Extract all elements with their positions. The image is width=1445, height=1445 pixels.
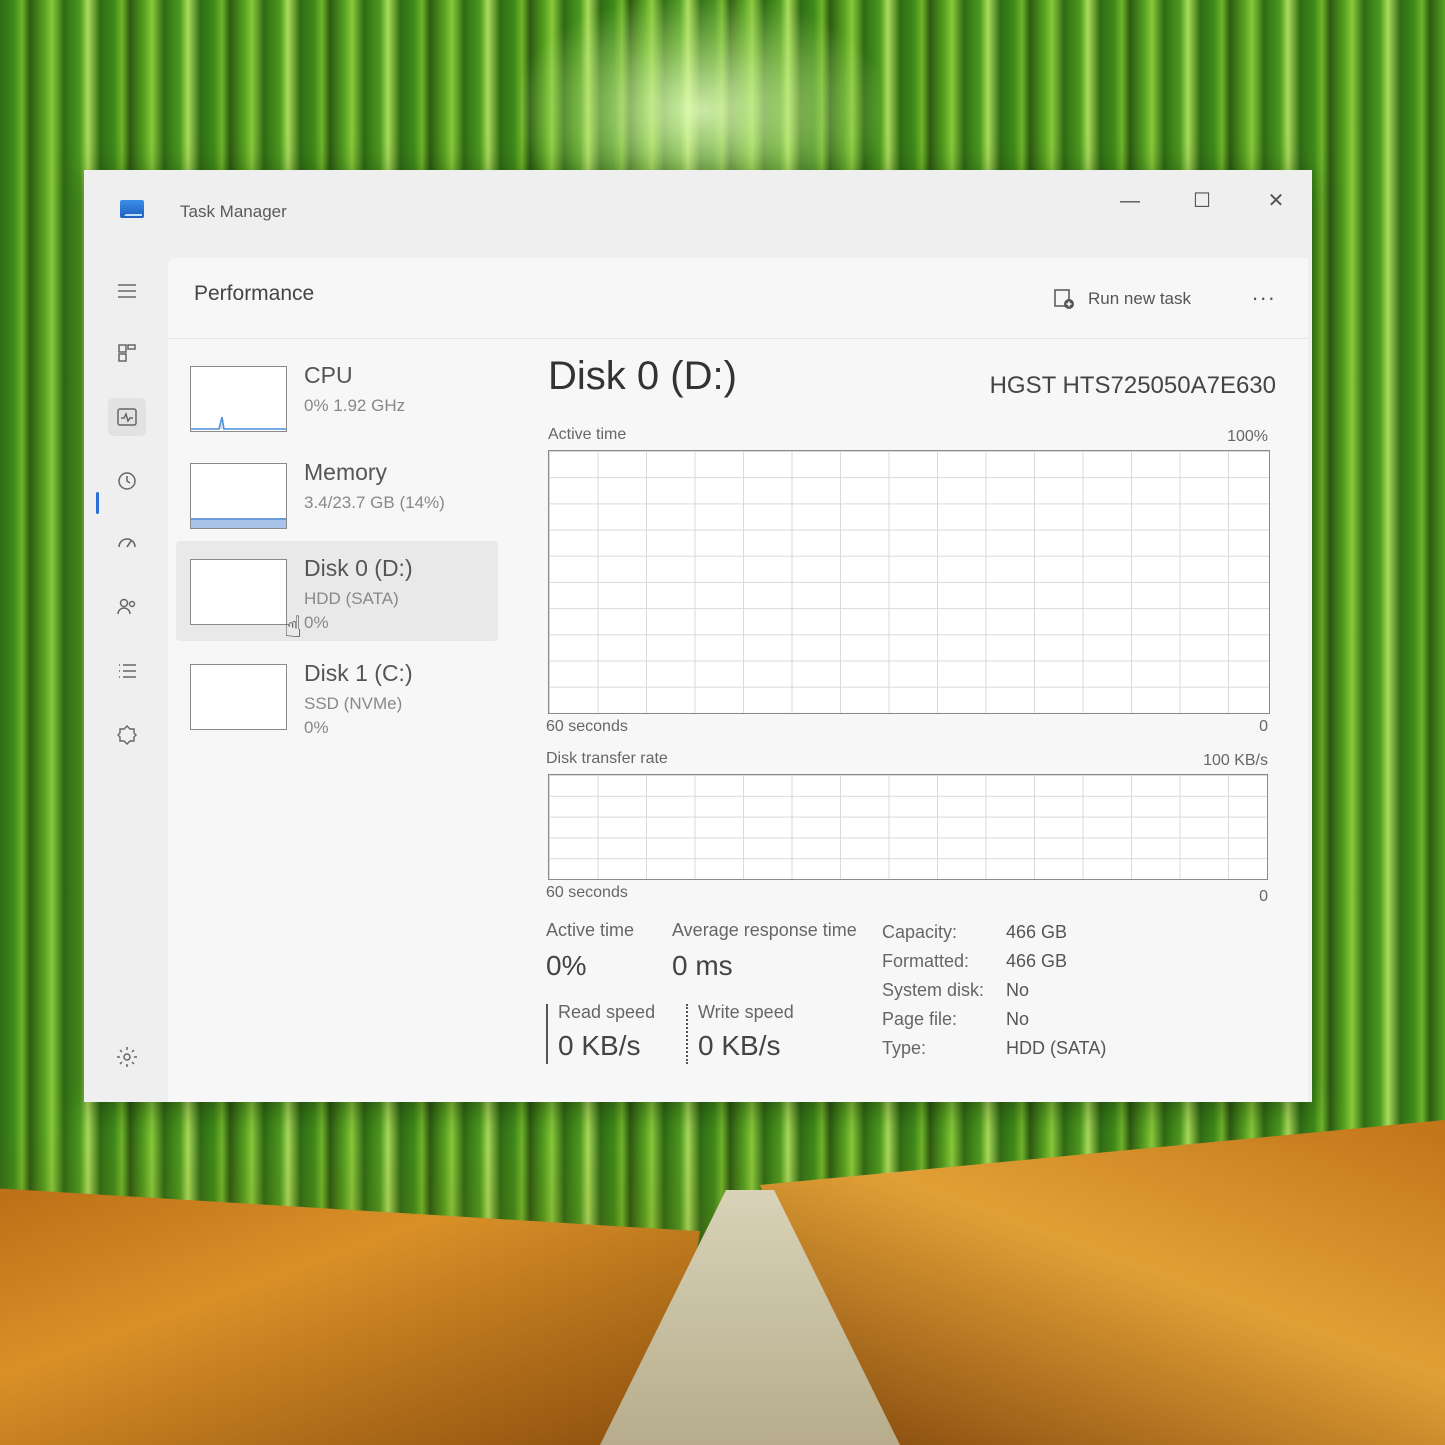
run-task-icon — [1054, 289, 1074, 309]
transfer-rate-graph — [548, 774, 1268, 880]
write-speed-indicator — [686, 1004, 688, 1064]
window-title: Task Manager — [180, 202, 287, 221]
page-file-value: No — [1006, 1009, 1030, 1029]
read-speed-indicator — [546, 1004, 548, 1064]
system-disk-value: No — [1006, 980, 1030, 1000]
formatted-label: Formatted: — [882, 951, 970, 971]
device-item-memory[interactable]: Memory 3.4/23.7 GB (14%) — [176, 445, 498, 545]
disk-title: Disk 0 (D:) — [548, 354, 737, 398]
cpu-spike-graph — [191, 416, 286, 430]
nav-sidebar — [84, 254, 168, 1102]
disk-model: HGST HTS725050A7E630 — [989, 372, 1276, 399]
details-icon[interactable] — [108, 652, 146, 690]
more-options-button[interactable]: ... — [1252, 280, 1276, 306]
active-time-graph-max: 100% — [1227, 428, 1268, 445]
run-new-task-label: Run new task — [1088, 289, 1191, 308]
write-speed-value: 0 KB/s — [698, 1030, 781, 1061]
avg-response-value: 0 ms — [672, 950, 733, 981]
processes-icon[interactable] — [108, 334, 146, 372]
device-name: Disk 0 (D:) — [304, 555, 413, 581]
type-value: HDD (SATA) — [1006, 1038, 1107, 1058]
active-time-stat-label: Active time — [546, 920, 635, 940]
task-manager-window: Task Manager — ☐ ✕ Performance Run new t… — [84, 170, 1312, 1102]
disk0-thumbnail-graph — [190, 559, 287, 625]
device-subtitle: 3.4/23.7 GB (14%) — [304, 493, 445, 512]
device-name: CPU — [304, 362, 353, 388]
transfer-rate-graph-min: 0 — [1259, 888, 1268, 905]
device-subtitle: HDD (SATA) — [304, 589, 399, 608]
device-usage: 0% — [304, 718, 329, 737]
close-button[interactable]: ✕ — [1256, 186, 1296, 216]
avg-response-label: Average response time — [672, 920, 857, 940]
startup-apps-icon[interactable] — [108, 524, 146, 562]
active-time-graph-label: Active time — [548, 426, 627, 443]
page-title: Performance — [194, 282, 315, 305]
system-disk-label: System disk: — [882, 980, 985, 1000]
device-item-disk-0[interactable]: Disk 0 (D:) HDD (SATA) 0% — [176, 541, 498, 641]
formatted-value: 466 GB — [1006, 951, 1068, 971]
write-speed-label: Write speed — [698, 1002, 794, 1022]
maximize-button[interactable]: ☐ — [1182, 186, 1222, 216]
capacity-label: Capacity: — [882, 922, 958, 942]
hamburger-icon[interactable] — [108, 272, 146, 310]
run-new-task-button[interactable]: Run new task — [1052, 284, 1191, 314]
disk1-thumbnail-graph — [190, 664, 287, 730]
minimize-button[interactable]: — — [1110, 186, 1150, 216]
active-time-stat-value: 0% — [546, 950, 587, 981]
active-time-graph — [548, 450, 1270, 714]
title-bar[interactable]: Task Manager — ☐ ✕ — [84, 170, 1312, 254]
type-label: Type: — [882, 1038, 927, 1058]
device-item-cpu[interactable]: CPU 0% 1.92 GHz — [176, 348, 498, 448]
performance-panel: Performance Run new task ... CPU 0% 1.92… — [168, 258, 1308, 1102]
capacity-value: 466 GB — [1006, 922, 1068, 942]
content-header: Performance Run new task ... — [168, 258, 1308, 339]
device-subtitle: SSD (NVMe) — [304, 694, 403, 713]
active-time-graph-time: 60 seconds — [546, 718, 628, 735]
task-manager-app-icon — [120, 200, 144, 218]
device-name: Memory — [304, 459, 388, 485]
memory-thumbnail-graph — [190, 463, 287, 529]
read-speed-value: 0 KB/s — [558, 1030, 641, 1061]
performance-icon[interactable] — [108, 398, 146, 436]
page-file-label: Page file: — [882, 1009, 958, 1029]
device-subtitle: 0% 1.92 GHz — [304, 396, 406, 415]
device-item-disk-1[interactable]: Disk 1 (C:) SSD (NVMe) 0% — [176, 646, 498, 746]
device-usage: 0% — [304, 613, 329, 632]
settings-icon[interactable] — [108, 1038, 146, 1076]
app-history-icon[interactable] — [108, 462, 146, 500]
transfer-rate-graph-max: 100 KB/s — [1203, 752, 1268, 769]
transfer-rate-graph-label: Disk transfer rate — [546, 750, 668, 767]
hand-cursor-icon: ☝ — [284, 611, 303, 644]
memory-fill — [191, 518, 286, 528]
wallpaper-grass-left — [0, 1188, 700, 1445]
device-name: Disk 1 (C:) — [304, 660, 413, 686]
services-icon[interactable] — [108, 716, 146, 754]
users-icon[interactable] — [108, 588, 146, 626]
cpu-thumbnail-graph — [190, 366, 287, 432]
active-nav-indicator — [96, 492, 99, 514]
read-speed-label: Read speed — [558, 1002, 656, 1022]
active-time-graph-min: 0 — [1259, 718, 1268, 735]
transfer-rate-graph-time: 60 seconds — [546, 884, 628, 901]
